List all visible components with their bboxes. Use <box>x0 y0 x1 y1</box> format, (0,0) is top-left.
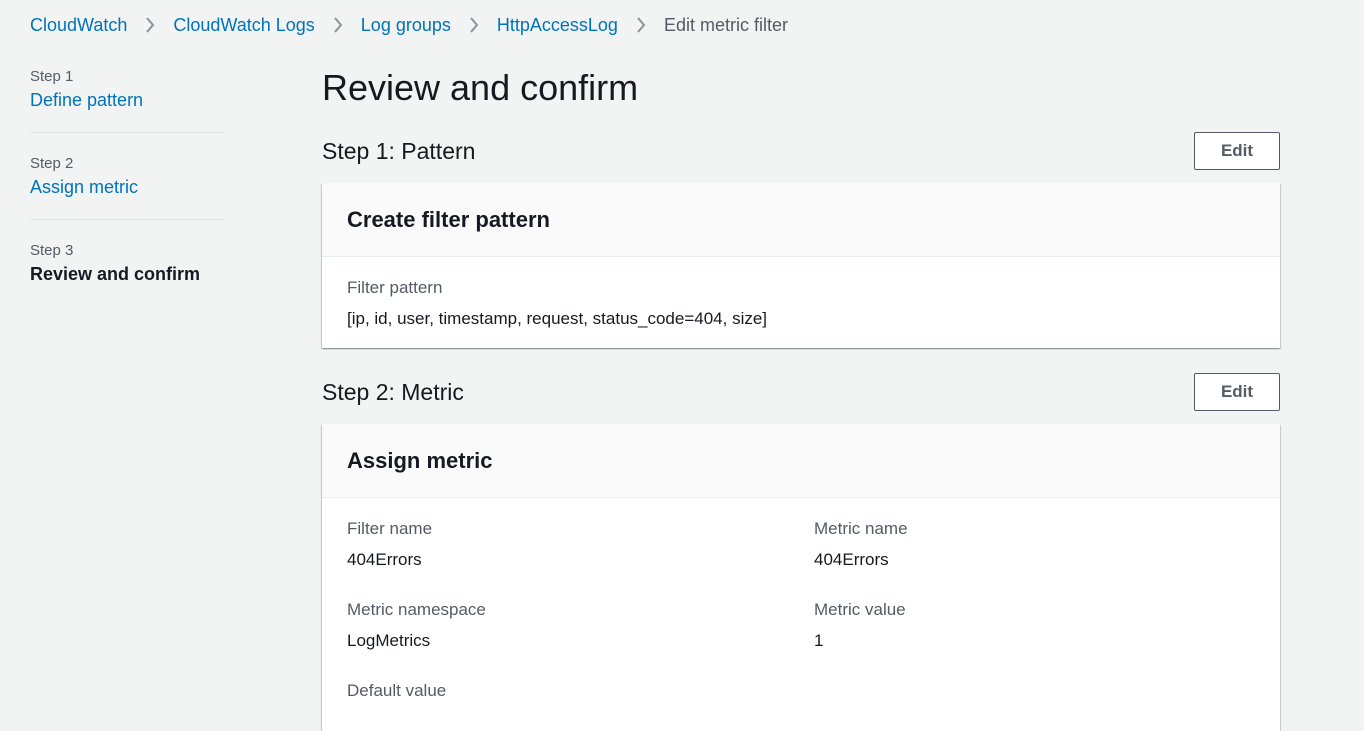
metric-namespace-label: Metric namespace <box>347 600 486 619</box>
container-body: Filter pattern [ip, id, user, timestamp,… <box>322 257 1280 348</box>
filter-name-field: Filter name 404Errors <box>347 518 814 580</box>
section-metric-title: Step 2: Metric <box>322 378 464 405</box>
breadcrumb-cloudwatch-logs[interactable]: CloudWatch Logs <box>173 15 314 36</box>
assign-metric-container: Assign metric Filter name 404Errors Metr… <box>322 424 1280 731</box>
breadcrumb-current: Edit metric filter <box>663 14 788 35</box>
container-title: Create filter pattern <box>347 206 550 232</box>
chevron-right-icon <box>451 13 497 37</box>
filter-name-value: 404Errors <box>347 550 422 569</box>
step-number: Step 2 <box>30 155 74 172</box>
step-link-assign-metric[interactable]: Assign metric <box>30 175 224 199</box>
breadcrumb-cloudwatch[interactable]: CloudWatch <box>30 15 127 36</box>
metric-value-field: Metric value 1 <box>814 599 1255 661</box>
wizard-step-3: Step 3 Review and confirm <box>30 240 224 306</box>
container-header: Create filter pattern <box>322 183 1280 257</box>
breadcrumb: CloudWatch CloudWatch Logs Log groups Ht… <box>30 13 788 37</box>
step-link-define-pattern[interactable]: Define pattern <box>30 88 224 112</box>
metric-name-label: Metric name <box>814 519 908 538</box>
default-value-label: Default value <box>347 681 447 700</box>
metric-namespace-value: LogMetrics <box>347 631 431 650</box>
page-title: Review and confirm <box>322 67 639 108</box>
section-metric-header: Step 2: Metric Edit <box>322 373 1280 411</box>
step-current-review: Review and confirm <box>30 264 201 284</box>
filter-pattern-container: Create filter pattern Filter pattern [ip… <box>322 183 1280 348</box>
metric-namespace-field: Metric namespace LogMetrics <box>347 599 814 661</box>
filter-pattern-field: Filter pattern [ip, id, user, timestamp,… <box>347 277 1255 330</box>
breadcrumb-log-groups[interactable]: Log groups <box>361 15 451 36</box>
wizard-steps: Step 1 Define pattern Step 2 Assign metr… <box>30 66 224 326</box>
filter-pattern-value: [ip, id, user, timestamp, request, statu… <box>347 309 768 328</box>
breadcrumb-httpaccesslog[interactable]: HttpAccessLog <box>497 15 618 36</box>
default-value-field: Default value <box>347 680 814 731</box>
metric-name-field: Metric name 404Errors <box>814 518 1255 580</box>
edit-metric-button[interactable]: Edit <box>1194 373 1280 411</box>
wizard-step-1: Step 1 Define pattern <box>30 66 224 133</box>
wizard-step-2: Step 2 Assign metric <box>30 153 224 220</box>
step-number: Step 3 <box>30 242 74 259</box>
edit-pattern-button[interactable]: Edit <box>1194 132 1280 170</box>
chevron-right-icon <box>127 13 173 37</box>
main-content: Review and confirm Step 1: Pattern Edit … <box>322 66 1280 731</box>
chevron-right-icon <box>618 13 664 37</box>
filter-name-label: Filter name <box>347 519 433 538</box>
filter-pattern-label: Filter pattern <box>347 278 443 297</box>
container-header: Assign metric <box>322 424 1280 498</box>
metric-value-label: Metric value <box>814 600 906 619</box>
page: CloudWatch CloudWatch Logs Log groups Ht… <box>0 0 1364 731</box>
section-pattern-title: Step 1: Pattern <box>322 137 476 164</box>
metric-value-value: 1 <box>814 631 824 650</box>
metric-name-value: 404Errors <box>814 550 889 569</box>
container-title: Assign metric <box>347 447 493 473</box>
section-pattern-header: Step 1: Pattern Edit <box>322 132 1280 170</box>
container-body: Filter name 404Errors Metric name 404Err… <box>322 498 1280 731</box>
metric-details-grid: Filter name 404Errors Metric name 404Err… <box>347 518 1255 731</box>
step-number: Step 1 <box>30 68 74 85</box>
chevron-right-icon <box>315 13 361 37</box>
